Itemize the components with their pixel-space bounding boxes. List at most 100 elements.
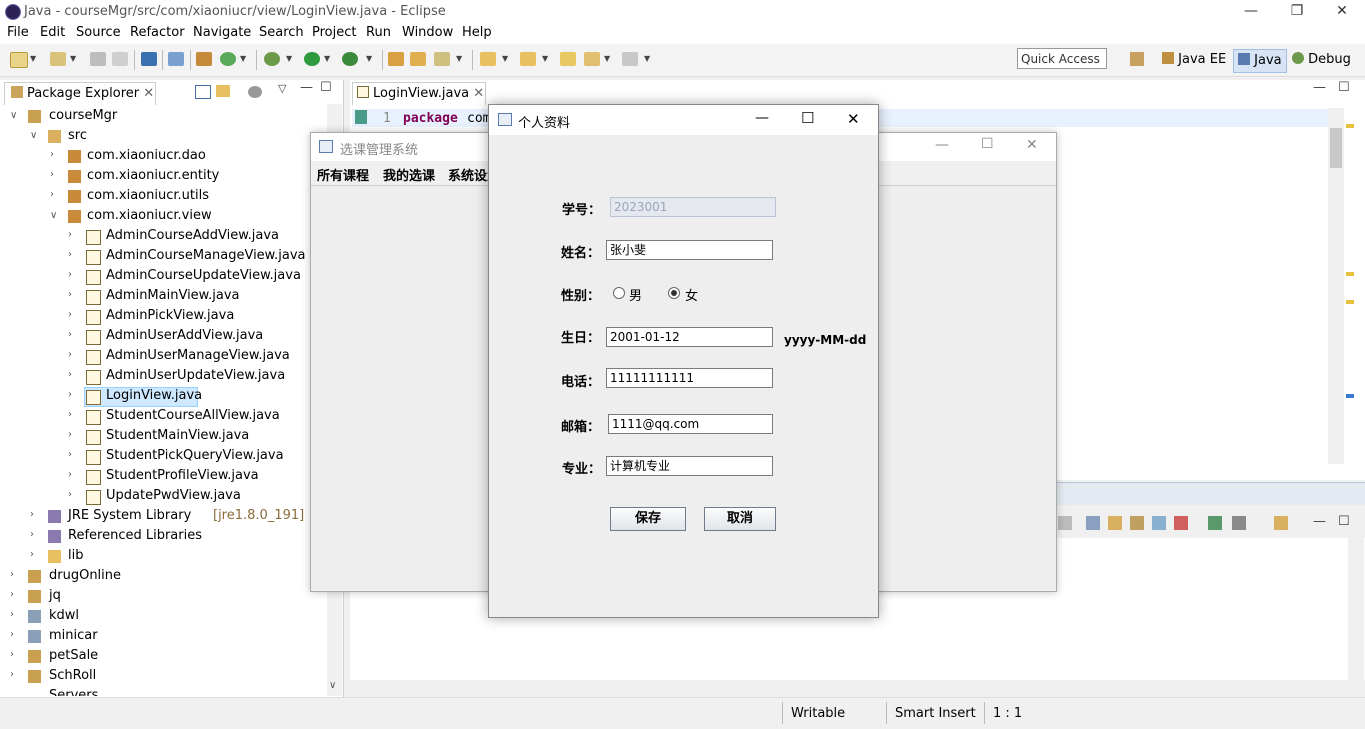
collapse-all-icon[interactable] bbox=[195, 85, 211, 99]
chevron-down-icon[interactable]: ▼ bbox=[502, 54, 508, 63]
save-button[interactable]: 保存 bbox=[610, 507, 686, 531]
maximize-icon[interactable]: ☐ bbox=[981, 136, 994, 152]
birthday-field[interactable]: 2001-01-12 bbox=[606, 327, 773, 347]
perspective-java[interactable]: Java bbox=[1233, 49, 1287, 73]
menu-navigate[interactable]: Navigate bbox=[193, 25, 251, 40]
chevron-right-icon[interactable]: › bbox=[68, 449, 72, 460]
show-stderr-icon[interactable] bbox=[1174, 516, 1188, 530]
display-console-icon[interactable] bbox=[1232, 516, 1246, 530]
menu-all-courses[interactable]: 所有课程 bbox=[317, 165, 369, 184]
chevron-right-icon[interactable]: › bbox=[10, 589, 14, 600]
last-edit-icon[interactable] bbox=[560, 52, 576, 66]
scroll-lock-icon[interactable] bbox=[1108, 516, 1122, 530]
chevron-right-icon[interactable]: › bbox=[68, 309, 72, 320]
link-editor-icon[interactable] bbox=[216, 85, 230, 97]
major-field[interactable]: 计算机专业 bbox=[606, 456, 773, 476]
close-icon[interactable]: ✕ bbox=[847, 110, 860, 128]
gender-male-radio[interactable] bbox=[613, 287, 625, 299]
phone-field[interactable]: 11111111111 bbox=[606, 368, 773, 388]
chevron-right-icon[interactable]: › bbox=[68, 269, 72, 280]
name-field[interactable]: 张小斐 bbox=[606, 240, 773, 260]
chevron-down-icon[interactable]: ▼ bbox=[644, 54, 650, 63]
chevron-right-icon[interactable]: › bbox=[68, 469, 72, 480]
chevron-right-icon[interactable]: › bbox=[50, 169, 54, 180]
new-icon[interactable] bbox=[10, 52, 28, 68]
minimize-editor-icon[interactable]: — bbox=[1313, 80, 1326, 95]
perspective-debug[interactable]: Debug bbox=[1292, 52, 1351, 67]
chevron-right-icon[interactable]: › bbox=[50, 149, 54, 160]
menu-window[interactable]: Window bbox=[402, 25, 453, 40]
view-menu-icon[interactable]: ▽ bbox=[278, 82, 286, 95]
menu-project[interactable]: Project bbox=[312, 25, 356, 40]
chevron-down-icon[interactable]: ▼ bbox=[286, 54, 292, 63]
chevron-right-icon[interactable]: › bbox=[68, 329, 72, 340]
chevron-right-icon[interactable]: › bbox=[10, 649, 14, 660]
chevron-down-icon[interactable]: ▼ bbox=[456, 54, 462, 63]
menu-source[interactable]: Source bbox=[76, 25, 121, 40]
console-scrollbar[interactable] bbox=[1348, 538, 1364, 696]
next-annotation-icon[interactable] bbox=[480, 52, 496, 66]
chevron-right-icon[interactable]: › bbox=[68, 429, 72, 440]
chevron-down-icon[interactable]: ▼ bbox=[324, 54, 330, 63]
chevron-right-icon[interactable]: › bbox=[68, 369, 72, 380]
maximize-icon[interactable]: ☐ bbox=[801, 109, 814, 127]
chevron-right-icon[interactable]: › bbox=[10, 629, 14, 640]
chevron-right-icon[interactable]: › bbox=[68, 289, 72, 300]
chevron-down-icon[interactable]: ▼ bbox=[30, 54, 36, 63]
package-explorer-tab[interactable]: Package Explorer ✕ bbox=[4, 82, 156, 105]
console-hscrollbar[interactable] bbox=[350, 680, 1350, 696]
chevron-right-icon[interactable]: › bbox=[50, 189, 54, 200]
close-tab-icon[interactable]: ✕ bbox=[473, 86, 484, 101]
chevron-right-icon[interactable]: › bbox=[68, 249, 72, 260]
menu-my-courses[interactable]: 我的选课 bbox=[383, 165, 435, 184]
minimize-panel-icon[interactable]: — bbox=[300, 80, 313, 95]
tree-project-partial[interactable]: Servers bbox=[10, 688, 330, 696]
chevron-right-icon[interactable]: › bbox=[30, 529, 34, 540]
chevron-down-icon[interactable]: ▼ bbox=[70, 54, 76, 63]
chevron-right-icon[interactable]: › bbox=[68, 489, 72, 500]
chevron-right-icon[interactable]: › bbox=[68, 389, 72, 400]
pen-icon[interactable] bbox=[434, 52, 450, 66]
gender-female-radio[interactable] bbox=[668, 287, 680, 299]
close-tab-icon[interactable]: ✕ bbox=[143, 86, 154, 101]
quick-access-input[interactable]: Quick Access bbox=[1017, 48, 1107, 69]
minimize-icon[interactable]: — bbox=[1228, 0, 1274, 24]
show-stdout-icon[interactable] bbox=[1152, 516, 1166, 530]
maximize-editor-icon[interactable]: ☐ bbox=[1338, 80, 1350, 95]
package-icon[interactable] bbox=[196, 52, 212, 66]
run-external-icon[interactable] bbox=[342, 52, 358, 66]
back-icon[interactable] bbox=[584, 52, 600, 66]
chevron-down-icon[interactable]: ∨ bbox=[10, 110, 17, 121]
chevron-right-icon[interactable]: › bbox=[68, 229, 72, 240]
chevron-right-icon[interactable]: › bbox=[68, 409, 72, 420]
new-project-icon[interactable] bbox=[50, 52, 66, 66]
word-wrap-icon[interactable] bbox=[1130, 516, 1144, 530]
chevron-down-icon[interactable]: ∨ bbox=[50, 210, 57, 221]
close-icon[interactable]: ✕ bbox=[1319, 0, 1365, 24]
menu-file[interactable]: File bbox=[7, 25, 29, 40]
open-perspective-icon[interactable] bbox=[1130, 52, 1144, 66]
chevron-down-icon[interactable]: ∨ bbox=[30, 130, 37, 141]
chevron-down-icon[interactable]: ▼ bbox=[604, 54, 610, 63]
maximize-icon[interactable]: ❐ bbox=[1274, 0, 1320, 24]
menu-edit[interactable]: Edit bbox=[40, 25, 65, 40]
save-icon[interactable] bbox=[90, 52, 106, 66]
open-console-icon[interactable] bbox=[1274, 516, 1288, 530]
maximize-panel-icon[interactable]: ☐ bbox=[320, 80, 332, 95]
chevron-right-icon[interactable]: › bbox=[10, 609, 14, 620]
chevron-right-icon[interactable]: › bbox=[30, 509, 34, 520]
chevron-right-icon[interactable]: › bbox=[68, 349, 72, 360]
skip-breakpoints-icon[interactable] bbox=[168, 52, 184, 66]
menu-search[interactable]: Search bbox=[259, 25, 304, 40]
minimize-console-icon[interactable]: — bbox=[1313, 514, 1326, 529]
maximize-console-icon[interactable]: ☐ bbox=[1338, 514, 1350, 529]
perspective-java-ee[interactable]: Java EE bbox=[1162, 52, 1226, 67]
focus-icon[interactable] bbox=[248, 86, 262, 98]
save-all-icon[interactable] bbox=[112, 52, 128, 66]
pin-console-icon[interactable] bbox=[1208, 516, 1222, 530]
chevron-down-icon[interactable]: ▼ bbox=[366, 54, 372, 63]
menu-help[interactable]: Help bbox=[462, 25, 492, 40]
cancel-button[interactable]: 取消 bbox=[704, 507, 776, 531]
menu-refactor[interactable]: Refactor bbox=[130, 25, 185, 40]
open-folder-icon[interactable] bbox=[410, 52, 426, 66]
